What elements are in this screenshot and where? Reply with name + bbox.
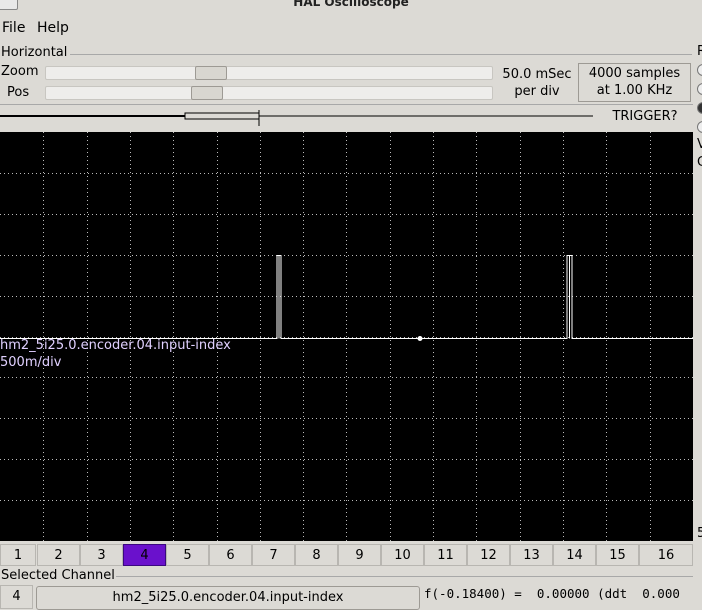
right-panel: R V C 5	[693, 44, 702, 576]
channel-button-8[interactable]: 8	[295, 544, 338, 566]
record-overview[interactable]	[0, 110, 594, 126]
selected-channel-number: 4	[0, 585, 33, 609]
scope-channel-name: hm2_5i25.0.encoder.04.input-index	[0, 338, 231, 353]
channel-button-1[interactable]: 1	[0, 544, 36, 566]
channel-button-10[interactable]: 10	[381, 544, 424, 566]
scope-channel-label: hm2_5i25.0.encoder.04.input-index 500m/d…	[0, 337, 231, 371]
trigger-button[interactable]: TRIGGER?	[597, 106, 693, 128]
scope-display[interactable]: hm2_5i25.0.encoder.04.input-index 500m/d…	[0, 132, 693, 541]
zoom-slider[interactable]	[45, 66, 493, 80]
zoom-label: Zoom	[1, 64, 39, 79]
channel-button-9[interactable]: 9	[338, 544, 381, 566]
right-panel-radio-4[interactable]	[697, 121, 702, 133]
selected-channel-name-button[interactable]: hm2_5i25.0.encoder.04.input-index	[36, 586, 420, 610]
menu-bar: File Help	[0, 18, 702, 40]
channel-button-2[interactable]: 2	[37, 544, 80, 566]
pos-slider-handle[interactable]	[191, 86, 223, 100]
channel-button-5[interactable]: 5	[166, 544, 209, 566]
horizontal-group-label: Horizontal	[1, 45, 68, 60]
selected-channel-group-label: Selected Channel	[1, 568, 115, 583]
pos-slider[interactable]	[45, 86, 493, 100]
channel-button-3[interactable]: 3	[80, 544, 123, 566]
channel-button-13[interactable]: 13	[510, 544, 553, 566]
sample-count: 4000 samples	[588, 66, 681, 81]
time-per-div-value: 50.0 mSec	[502, 67, 572, 82]
channel-button-11[interactable]: 11	[424, 544, 467, 566]
pos-label: Pos	[7, 85, 30, 100]
channel-button-7[interactable]: 7	[252, 544, 295, 566]
right-panel-label-o: C	[697, 155, 702, 170]
scope-channel-scale: 500m/div	[0, 355, 62, 370]
channel-button-6[interactable]: 6	[209, 544, 252, 566]
time-per-div-unit: per div	[514, 84, 560, 99]
channel-button-4[interactable]: 4	[123, 544, 166, 566]
menu-help[interactable]: Help	[37, 20, 69, 36]
right-panel-radio-2[interactable]	[697, 83, 702, 95]
time-per-div-display: 50.0 mSec per div	[496, 66, 578, 100]
right-panel-label-5: 5	[697, 526, 702, 541]
cursor-readout: f(-0.18400) = 0.00000 (ddt 0.000	[424, 586, 680, 601]
selected-channel-group-border	[116, 576, 693, 577]
channel-button-15[interactable]: 15	[596, 544, 639, 566]
channel-button-14[interactable]: 14	[553, 544, 596, 566]
trigger-point-marker	[417, 336, 423, 341]
sample-info-box: 4000 samples at 1.00 KHz	[578, 63, 691, 102]
right-panel-label-v: V	[697, 137, 702, 152]
sample-rate: at 1.00 KHz	[596, 83, 673, 98]
title-bar: HAL Oscilloscope	[0, 0, 702, 12]
channel-button-12[interactable]: 12	[467, 544, 510, 566]
right-panel-label-r: R	[697, 44, 702, 59]
zoom-slider-handle[interactable]	[195, 66, 227, 80]
horizontal-separator	[0, 104, 693, 105]
right-panel-radio-3[interactable]	[697, 102, 702, 114]
channel-button-16[interactable]: 16	[639, 544, 693, 566]
menu-file[interactable]: File	[2, 20, 25, 36]
horizontal-group-border	[70, 54, 692, 55]
window-title: HAL Oscilloscope	[293, 0, 409, 9]
right-panel-radio-1[interactable]	[697, 64, 702, 76]
